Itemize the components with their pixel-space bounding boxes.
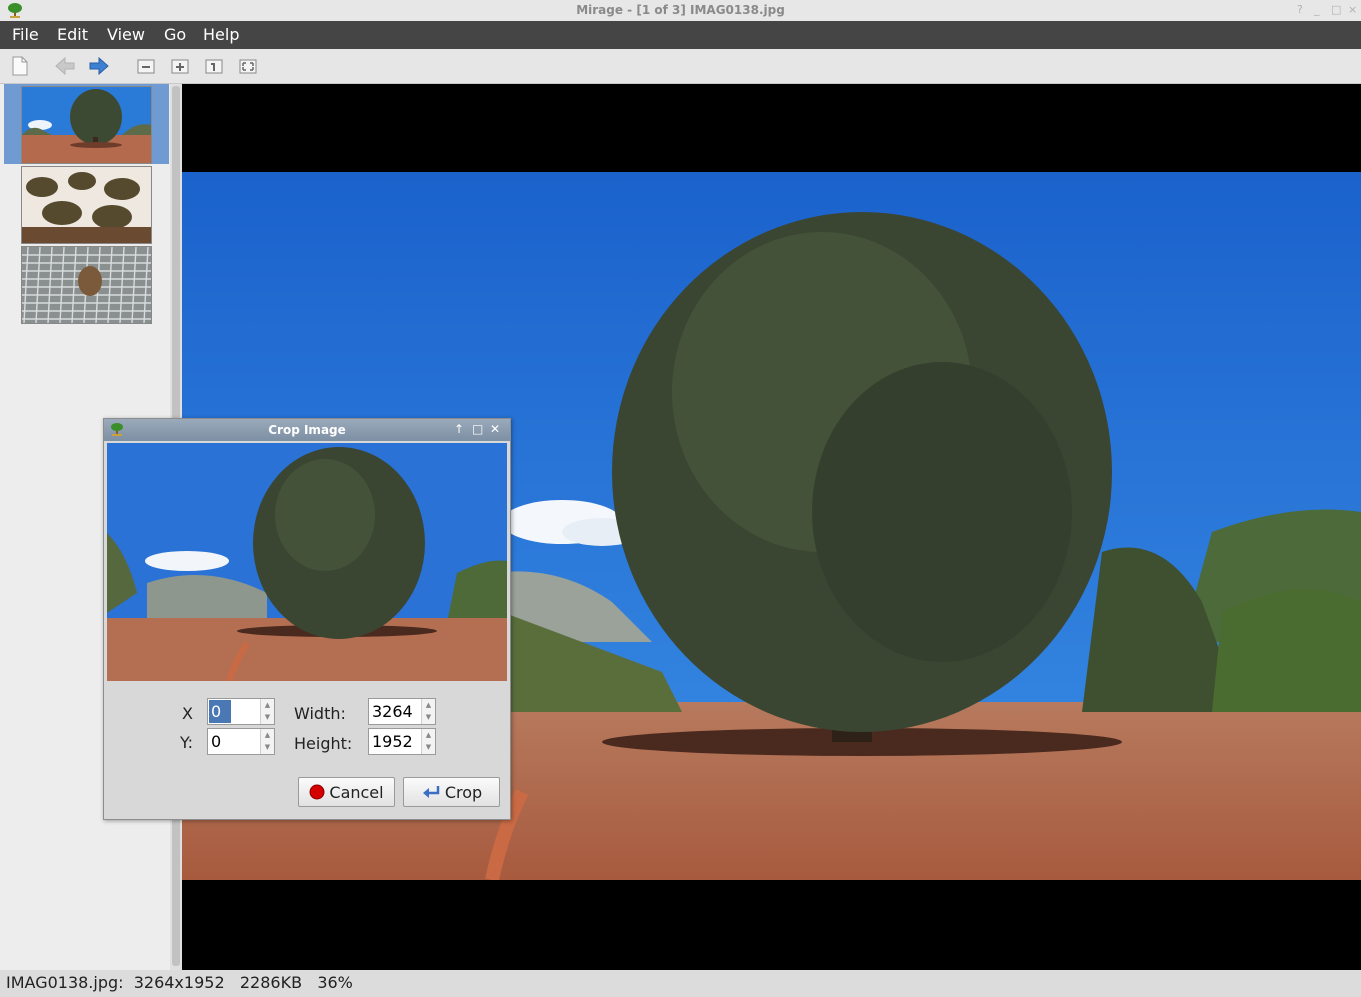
width-label: Width: [294, 704, 346, 723]
stop-icon [309, 784, 325, 800]
status-bar: IMAG0138.jpg: 3264x1952 2286KB 36% [0, 970, 1361, 997]
height-spinbox[interactable]: ▲▼ [368, 728, 436, 755]
zoom-actual-size-icon [205, 59, 223, 74]
close-window-button[interactable]: × [1348, 3, 1357, 16]
height-spin-arrows[interactable]: ▲ ▼ [421, 729, 435, 754]
y-spinbox[interactable]: ▲▼ [207, 728, 275, 755]
y-label: Y: [180, 733, 194, 752]
maximize-window-button[interactable]: □ [1331, 3, 1341, 16]
thumbnail-image-2[interactable] [21, 166, 152, 244]
help-window-button[interactable]: ? [1297, 3, 1303, 16]
window-title: Mirage - [1 of 3] IMAG0138.jpg [576, 3, 785, 17]
dialog-shade-icon[interactable]: ↑ [454, 422, 464, 436]
dialog-maximize-icon[interactable]: □ [472, 422, 483, 436]
x-spin-arrows[interactable]: ▲ ▼ [260, 699, 274, 724]
document-icon [12, 56, 28, 76]
menu-file[interactable]: File [12, 25, 39, 44]
zoom-in-icon [171, 59, 189, 74]
next-image-button[interactable] [88, 55, 110, 77]
crop-image-dialog: Crop Image ↑ □ ✕ X ▲▼ Y: ▲▼ Width: ▲▼ He… [103, 418, 511, 820]
x-spinbox[interactable]: ▲▼ [207, 698, 275, 725]
y-input[interactable] [209, 730, 263, 753]
thumbnail-image-1[interactable] [21, 86, 152, 164]
width-spin-arrows[interactable]: ▲ ▼ [421, 699, 435, 724]
menu-view[interactable]: View [107, 25, 145, 44]
menu-bar: File Edit View Go Help [0, 21, 1361, 49]
cancel-button[interactable]: Cancel [298, 777, 395, 807]
toolbar [0, 49, 1361, 84]
thumbnail-image-3[interactable] [21, 246, 152, 324]
width-input[interactable] [370, 700, 424, 723]
menu-help[interactable]: Help [203, 25, 239, 44]
arrow-left-icon [55, 57, 75, 75]
status-text: IMAG0138.jpg: 3264x1952 2286KB 36% [6, 973, 353, 992]
zoom-in-button[interactable] [169, 55, 191, 77]
mesh-thumbnail-image [22, 247, 151, 323]
dialog-title: Crop Image [268, 423, 346, 437]
zoom-fit-icon [239, 59, 257, 74]
height-label: Height: [294, 734, 353, 753]
height-input[interactable] [370, 730, 424, 753]
dialog-close-icon[interactable]: ✕ [490, 422, 500, 436]
dialog-title-bar[interactable]: Crop Image ↑ □ ✕ [104, 419, 510, 441]
title-bar: Mirage - [1 of 3] IMAG0138.jpg ? _ □ × [0, 0, 1361, 22]
enter-arrow-icon [422, 786, 440, 798]
open-file-button[interactable] [9, 55, 31, 77]
zoom-out-icon [137, 59, 155, 74]
cancel-button-label: Cancel [329, 782, 384, 802]
minimize-window-button[interactable]: _ [1314, 3, 1320, 16]
zoom-out-button[interactable] [135, 55, 157, 77]
zoom-fit-button[interactable] [237, 55, 259, 77]
menu-go[interactable]: Go [164, 25, 186, 44]
x-label: X [182, 704, 193, 723]
y-spin-arrows[interactable]: ▲ ▼ [260, 729, 274, 754]
branches-thumbnail-image [22, 167, 151, 243]
zoom-100-button[interactable] [203, 55, 225, 77]
x-input[interactable] [209, 700, 231, 723]
width-spinbox[interactable]: ▲▼ [368, 698, 436, 725]
crop-button[interactable]: Crop [403, 777, 500, 807]
previous-image-button[interactable] [54, 55, 76, 77]
arrow-right-icon [89, 57, 109, 75]
crop-button-label: Crop [444, 782, 483, 802]
menu-edit[interactable]: Edit [57, 25, 88, 44]
tree-thumbnail-image [22, 87, 151, 163]
crop-preview-image[interactable] [107, 443, 507, 681]
